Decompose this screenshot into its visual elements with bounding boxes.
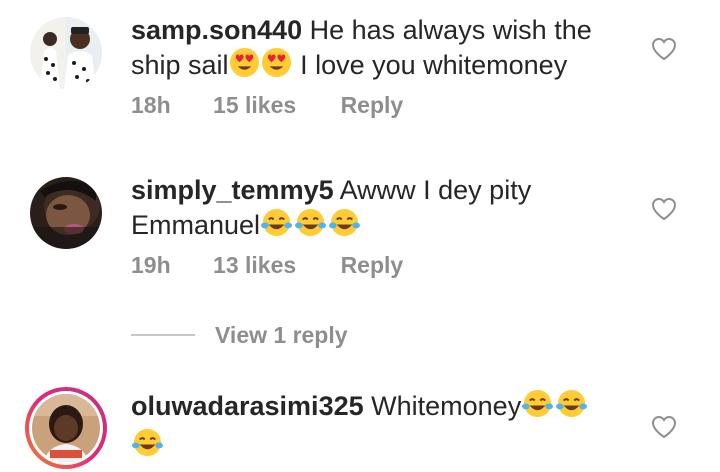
heart-outline-icon[interactable] <box>651 197 677 221</box>
avatar[interactable] <box>30 177 102 249</box>
comment-meta: 19h 13 likes Reply <box>131 252 403 279</box>
avatar-with-story-ring[interactable] <box>24 386 108 470</box>
tears-of-joy-emoji-icon <box>260 207 293 246</box>
comment-text: I love you whitemoney <box>300 50 568 80</box>
comment-meta: 18h 15 likes Reply <box>131 92 403 119</box>
comment-item: samp.son440 He has always wish the ship … <box>0 0 720 140</box>
tears-of-joy-emoji-icon <box>328 207 361 246</box>
comment-likes-count[interactable]: 13 likes <box>213 252 296 279</box>
tears-of-joy-emoji-icon <box>521 388 554 427</box>
comment-item: oluwadarasimi325 Whitemoney <box>0 380 720 472</box>
comment-text: Awww I dey pity <box>339 175 532 205</box>
comment-text: He has always wish the <box>309 15 592 45</box>
comment-timestamp: 19h <box>131 252 171 278</box>
divider <box>131 334 195 336</box>
comment-body: oluwadarasimi325 Whitemoney <box>131 388 631 466</box>
comment-item: simply_temmy5 Awww I dey pity Emmanuel 1… <box>0 160 720 300</box>
view-replies-label[interactable]: View 1 reply <box>215 322 348 349</box>
heart-outline-icon[interactable] <box>651 415 677 439</box>
heart-outline-icon[interactable] <box>651 37 677 61</box>
view-replies-toggle[interactable]: View 1 reply <box>131 318 348 352</box>
comment-likes-count[interactable]: 15 likes <box>213 92 296 119</box>
comment-username[interactable]: samp.son440 <box>131 15 302 45</box>
avatar[interactable] <box>30 17 102 89</box>
reply-button[interactable]: Reply <box>341 92 404 119</box>
comments-list: samp.son440 He has always wish the ship … <box>0 0 720 472</box>
comment-text: Emmanuel <box>131 210 261 240</box>
comment-username[interactable]: simply_temmy5 <box>131 175 334 205</box>
comment-text: Whitemoney <box>371 391 522 421</box>
comment-username[interactable]: oluwadarasimi325 <box>131 391 364 421</box>
tears-of-joy-emoji-icon <box>555 388 588 427</box>
heart-eyes-emoji-icon <box>261 47 292 86</box>
tears-of-joy-emoji-icon <box>294 207 327 246</box>
tears-of-joy-emoji-icon <box>131 427 164 466</box>
comment-body: simply_temmy5 Awww I dey pity Emmanuel <box>131 173 631 246</box>
reply-button[interactable]: Reply <box>341 252 404 279</box>
heart-eyes-emoji-icon <box>229 47 260 86</box>
comment-body: samp.son440 He has always wish the ship … <box>131 13 631 86</box>
comment-text: ship sail <box>131 50 229 80</box>
comment-timestamp: 18h <box>131 92 171 118</box>
